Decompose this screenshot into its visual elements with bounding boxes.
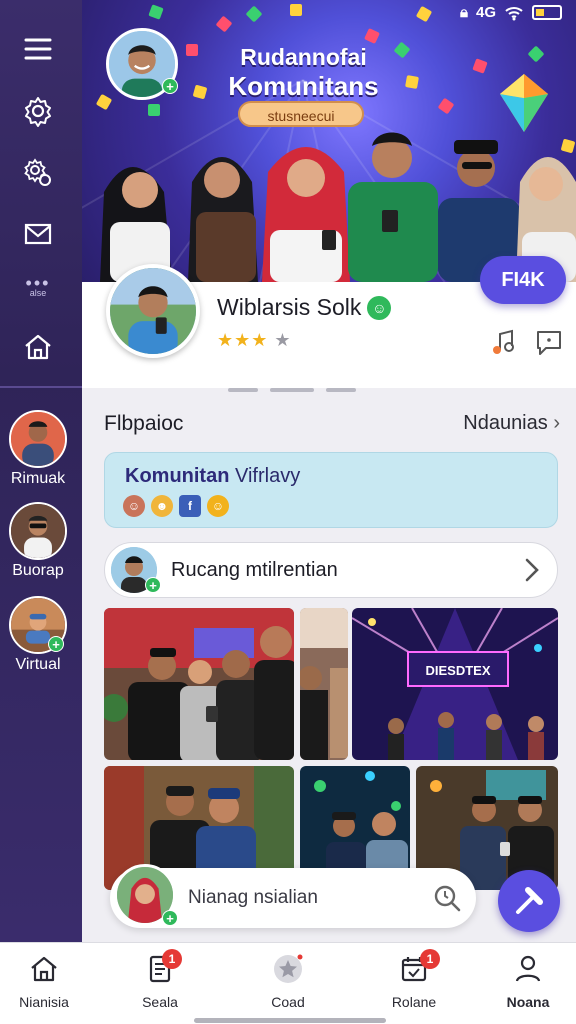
contact-avatar-2[interactable]: [9, 502, 67, 560]
gear-icon[interactable]: [19, 92, 57, 130]
photo-portrait-strip[interactable]: [300, 608, 348, 760]
message-input[interactable]: + Nianag nsialian: [110, 864, 476, 928]
profile-icon: [515, 955, 541, 982]
reaction-face-icon: ☺: [123, 495, 145, 517]
network-label: 4G: [475, 4, 496, 21]
contact-label: Rimuak: [10, 470, 66, 487]
home-indicator: [194, 1018, 386, 1023]
photo-group-selfie[interactable]: [104, 608, 294, 760]
facebook-icon: f: [179, 495, 201, 517]
rating-stars: ★★★ ★: [217, 330, 292, 351]
page-indicator: [228, 388, 258, 392]
comment-icon[interactable]: [534, 328, 564, 358]
more-icon[interactable]: ••• alse: [0, 274, 76, 298]
nav-label: Seala: [142, 994, 178, 1010]
photo-event-stage[interactable]: DIESDTEX: [352, 608, 558, 760]
sidebar: ••• alse Rimuak Buorap + Virtual: [0, 0, 82, 942]
reaction-row: ☺ ☻ f ☺: [123, 495, 229, 517]
hero-title-line2: Komunitans: [228, 71, 379, 101]
hammer-icon: [516, 887, 543, 914]
contact-label: Buorap: [12, 562, 64, 579]
hero-title: Rudannofai Komunitans: [216, 44, 391, 102]
contact-avatar-1[interactable]: [9, 410, 67, 468]
community-card-title: Komunitan Vifrlavy: [125, 465, 300, 488]
profile-card: Wiblarsis Solk ☺ ★★★ ★ FI4K: [82, 256, 576, 388]
community-row-button[interactable]: + Rucang mtilrentian: [104, 542, 558, 598]
add-badge-icon: +: [48, 636, 64, 652]
community-row-label: Rucang mtilrentian: [171, 559, 338, 581]
add-badge-icon: +: [162, 910, 178, 926]
mail-icon[interactable]: [19, 214, 57, 252]
hero-banner: 🔒︎ 4G + Rudannofai Komunitans stusneecui: [82, 0, 576, 282]
status-bar: 🔒︎ 4G: [460, 4, 562, 21]
contact-label: Virtual: [15, 656, 61, 673]
nav-item-profile[interactable]: Noana: [478, 953, 576, 1010]
chevron-right-icon: [525, 558, 539, 582]
section-title: Flbpaioc: [104, 412, 184, 435]
reaction-laugh-icon: ☻: [151, 495, 173, 517]
bottom-nav: Nianisia 1 Seala Coad 1 Rolane Noana: [0, 942, 576, 1024]
nav-label: Coad: [271, 994, 305, 1010]
more-label: alse: [29, 288, 47, 298]
verified-badge-icon: +: [162, 78, 178, 94]
notification-badge: 1: [420, 949, 440, 969]
star-icon: [274, 954, 303, 983]
wifi-icon: [505, 6, 523, 20]
community-card-title-rest: Vifrlavy: [229, 465, 301, 487]
verified-icon: ☺: [367, 296, 392, 320]
section-see-all-link[interactable]: Ndaunias ›: [463, 412, 560, 435]
reaction-smile-icon: ☺: [207, 495, 229, 517]
nav-item-calendar[interactable]: 1 Rolane: [364, 949, 464, 1010]
page-indicator: [270, 388, 314, 392]
nav-item-home[interactable]: Nianisia: [0, 953, 94, 1010]
star-empty-icon: ★: [268, 330, 292, 350]
battery-icon: [532, 5, 562, 20]
page-indicator: [326, 388, 356, 392]
star-icon: ★: [251, 330, 269, 350]
star-icon: ★: [217, 330, 235, 350]
lock-icon: 🔒︎: [460, 4, 468, 21]
event-sign-text: DIESDTEX: [425, 663, 490, 678]
search-history-icon[interactable]: [432, 883, 462, 913]
nav-label: Rolane: [391, 994, 437, 1010]
nav-item-documents[interactable]: 1 Seala: [110, 949, 210, 1010]
menu-icon[interactable]: [19, 30, 57, 68]
add-badge-icon: +: [145, 577, 161, 593]
nav-item-center[interactable]: Coad: [238, 953, 338, 1010]
hero-title-line1: Rudannofai: [240, 44, 367, 70]
message-input-placeholder: Nianag nsialian: [188, 887, 318, 908]
section-link-label: Ndaunias: [463, 412, 548, 434]
notification-badge: 1: [162, 949, 182, 969]
music-note-icon[interactable]: [488, 328, 518, 358]
chevron-right-icon: ›: [553, 412, 560, 434]
profile-name: Wiblarsis Solk: [217, 294, 362, 320]
home-icon[interactable]: [19, 328, 57, 366]
community-card[interactable]: Komunitan Vifrlavy ☺ ☻ f ☺: [104, 452, 558, 528]
profile-name-row: Wiblarsis Solk ☺: [217, 294, 392, 321]
profile-avatar[interactable]: [106, 264, 200, 358]
follow-button[interactable]: FI4K: [480, 256, 566, 304]
nav-label: Nianisia: [19, 994, 69, 1010]
star-icon: ★: [234, 330, 252, 350]
settings-cog-icon[interactable]: [19, 154, 57, 192]
home-icon: [31, 956, 57, 982]
nav-label: Noana: [506, 994, 550, 1010]
community-card-title-bold: Komunitan: [125, 465, 230, 487]
compose-button[interactable]: [498, 870, 560, 932]
